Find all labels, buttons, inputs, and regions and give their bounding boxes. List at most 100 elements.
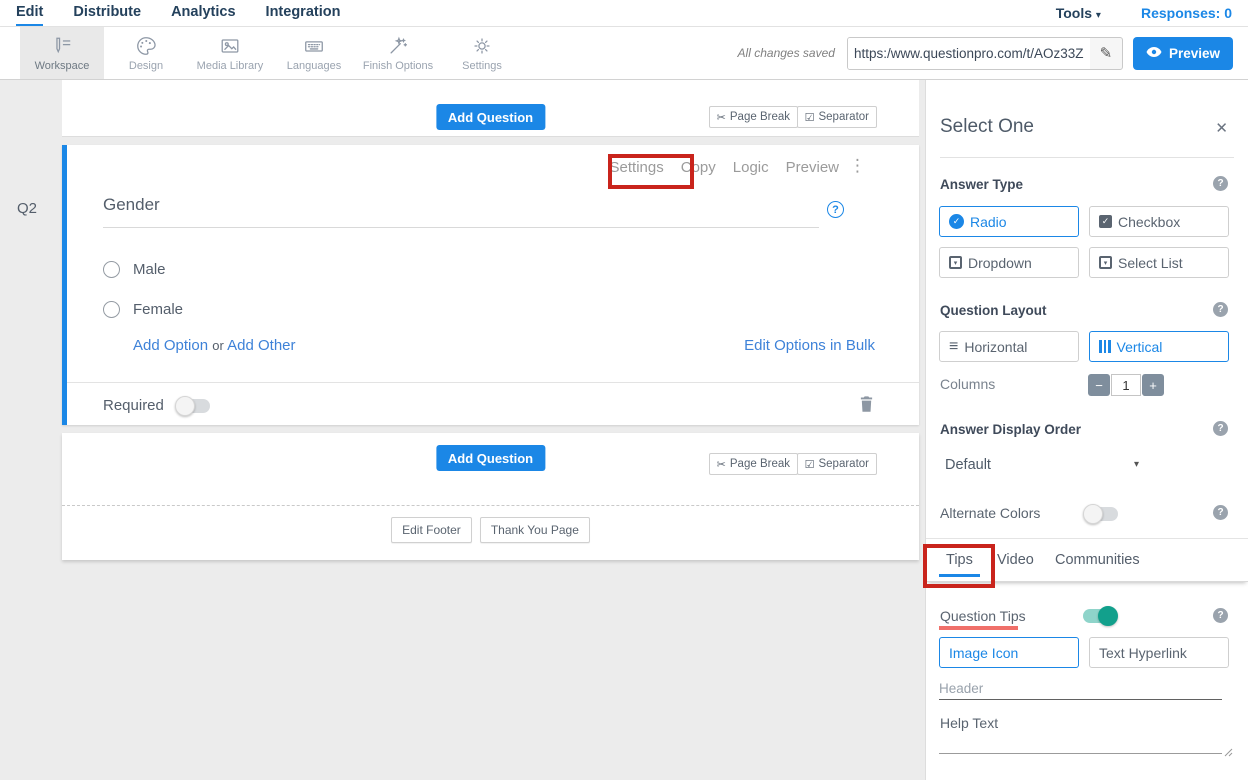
or-text: or (212, 338, 224, 353)
question-logic-action[interactable]: Logic (733, 159, 769, 176)
columns-label: Columns (940, 376, 995, 392)
add-other-link[interactable]: Add Other (227, 337, 295, 354)
trash-icon[interactable] (859, 395, 874, 418)
question-layout-label: Question Layout (940, 303, 1047, 318)
option-links: Add Option or Add Other (133, 337, 296, 354)
question-card: Settings Copy Logic Preview ⋮ Gender ? M… (62, 145, 919, 425)
tab-video[interactable]: Video (997, 552, 1034, 568)
top-nav-right: Tools ▾ Responses: 0 (1056, 5, 1248, 21)
toggle-knob (1083, 504, 1103, 524)
answer-option-label[interactable]: Male (133, 261, 166, 278)
alternate-colors-label: Alternate Colors (940, 505, 1040, 521)
close-icon[interactable]: ✕ (1215, 119, 1228, 137)
nav-item-analytics[interactable]: Analytics (171, 0, 235, 26)
tips-button-label: Image Icon (949, 645, 1018, 661)
question-preview-action[interactable]: Preview (786, 159, 839, 176)
toolbar-tab-languages[interactable]: Languages (272, 27, 356, 79)
scissors-icon: ✂ (717, 458, 726, 471)
help-text-textarea[interactable] (939, 732, 1222, 754)
toolbar-tab-workspace[interactable]: Workspace (20, 27, 104, 79)
question-help-icon[interactable]: ? (827, 201, 844, 218)
help-icon[interactable]: ? (1213, 608, 1228, 623)
help-icon[interactable]: ? (1213, 421, 1228, 436)
help-icon[interactable]: ? (1213, 505, 1228, 520)
active-tab-underline (939, 574, 980, 577)
question-title[interactable]: Gender (103, 195, 160, 215)
edit-options-bulk-link[interactable]: Edit Options in Bulk (744, 337, 875, 354)
panel-tab-bar: Tips Video Communities (926, 538, 1248, 582)
answer-type-radio-button[interactable]: ✓ Radio (939, 206, 1079, 237)
columns-value[interactable]: 1 (1111, 374, 1141, 396)
question-tips-toggle[interactable] (1083, 609, 1117, 623)
add-question-button[interactable]: Add Question (436, 445, 545, 471)
radio-circle-icon[interactable] (103, 301, 120, 318)
question-settings-action[interactable]: Settings (610, 159, 664, 176)
add-option-link[interactable]: Add Option (133, 337, 208, 354)
answer-type-checkbox-button[interactable]: ✓ Checkbox (1089, 206, 1229, 237)
tab-communities[interactable]: Communities (1055, 552, 1140, 568)
overflow-menu-icon[interactable]: ⋮ (849, 156, 867, 176)
caret-down-icon[interactable]: ▾ (1134, 459, 1139, 470)
preview-button[interactable]: Preview (1133, 37, 1233, 70)
add-question-row-bottom: Add Question ✂ Page Break ☑ Separator Ed… (62, 433, 919, 560)
help-text-label: Help Text (940, 715, 998, 731)
toolbar-tab-label: Languages (287, 60, 341, 72)
required-row: Required (103, 397, 210, 414)
toolbar-tab-label: Settings (462, 60, 502, 72)
toolbar-tab-label: Design (129, 60, 163, 72)
add-question-button[interactable]: Add Question (436, 104, 545, 130)
question-number: Q2 (17, 200, 37, 217)
top-nav: Edit Distribute Analytics Integration To… (0, 0, 1248, 27)
toolbar-tab-label: Media Library (197, 60, 264, 72)
edit-footer-button[interactable]: Edit Footer (391, 517, 472, 543)
eye-icon (1146, 46, 1162, 61)
responses-count[interactable]: Responses: 0 (1141, 5, 1232, 21)
resize-handle-icon[interactable] (1224, 744, 1233, 762)
tab-tips[interactable]: Tips (946, 552, 973, 568)
separator-checkbox-icon: ☑ (805, 111, 815, 124)
thank-you-page-button[interactable]: Thank You Page (480, 517, 590, 543)
answer-option-label[interactable]: Female (133, 301, 183, 318)
tips-header-input[interactable] (939, 678, 1222, 700)
toolbar-tab-finish-options[interactable]: Finish Options (356, 27, 440, 79)
radio-circle-icon[interactable] (103, 261, 120, 278)
required-toggle[interactable] (176, 399, 210, 413)
image-icon-button[interactable]: Image Icon (939, 637, 1079, 668)
layout-option-label: Horizontal (964, 339, 1027, 355)
palette-icon (135, 35, 157, 57)
answer-type-select-list-button[interactable]: ▾ Select List (1089, 247, 1229, 278)
page-break-button[interactable]: ✂ Page Break (709, 106, 798, 128)
nav-item-distribute[interactable]: Distribute (73, 0, 141, 26)
help-icon[interactable]: ? (1213, 176, 1228, 191)
separator-label: Separator (818, 111, 869, 123)
separator-label: Separator (818, 458, 869, 470)
select-list-type-icon: ▾ (1099, 256, 1112, 269)
alternate-colors-toggle[interactable] (1084, 507, 1118, 521)
layout-vertical-button[interactable]: Vertical (1089, 331, 1229, 362)
answer-option-row: Male (103, 261, 166, 278)
display-order-select[interactable]: Default (945, 457, 991, 473)
nav-item-integration[interactable]: Integration (266, 0, 341, 26)
toolbar-tab-settings[interactable]: Settings (440, 27, 524, 79)
question-copy-action[interactable]: Copy (681, 159, 716, 176)
scissors-icon: ✂ (717, 111, 726, 124)
separator-checkbox-icon: ☑ (805, 458, 815, 471)
separator-button[interactable]: ☑ Separator (797, 453, 877, 475)
toolbar-tab-design[interactable]: Design (104, 27, 188, 79)
survey-url-input[interactable] (848, 38, 1090, 69)
survey-footer-buttons: Edit Footer Thank You Page (62, 517, 919, 543)
nav-item-edit[interactable]: Edit (16, 0, 43, 26)
help-icon[interactable]: ? (1213, 302, 1228, 317)
radio-type-icon: ✓ (949, 214, 964, 229)
answer-type-dropdown-button[interactable]: ▾ Dropdown (939, 247, 1079, 278)
tools-menu[interactable]: Tools ▾ (1056, 5, 1101, 21)
minus-button[interactable]: − (1088, 374, 1110, 396)
edit-url-pencil-icon[interactable]: ✎ (1090, 44, 1122, 62)
toolbar-tab-media-library[interactable]: Media Library (188, 27, 272, 79)
separator-button[interactable]: ☑ Separator (797, 106, 877, 128)
save-status: All changes saved (738, 46, 835, 60)
page-break-button[interactable]: ✂ Page Break (709, 453, 798, 475)
text-hyperlink-button[interactable]: Text Hyperlink (1089, 637, 1229, 668)
layout-horizontal-button[interactable]: ≡ Horizontal (939, 331, 1079, 362)
plus-button[interactable]: + (1142, 374, 1164, 396)
